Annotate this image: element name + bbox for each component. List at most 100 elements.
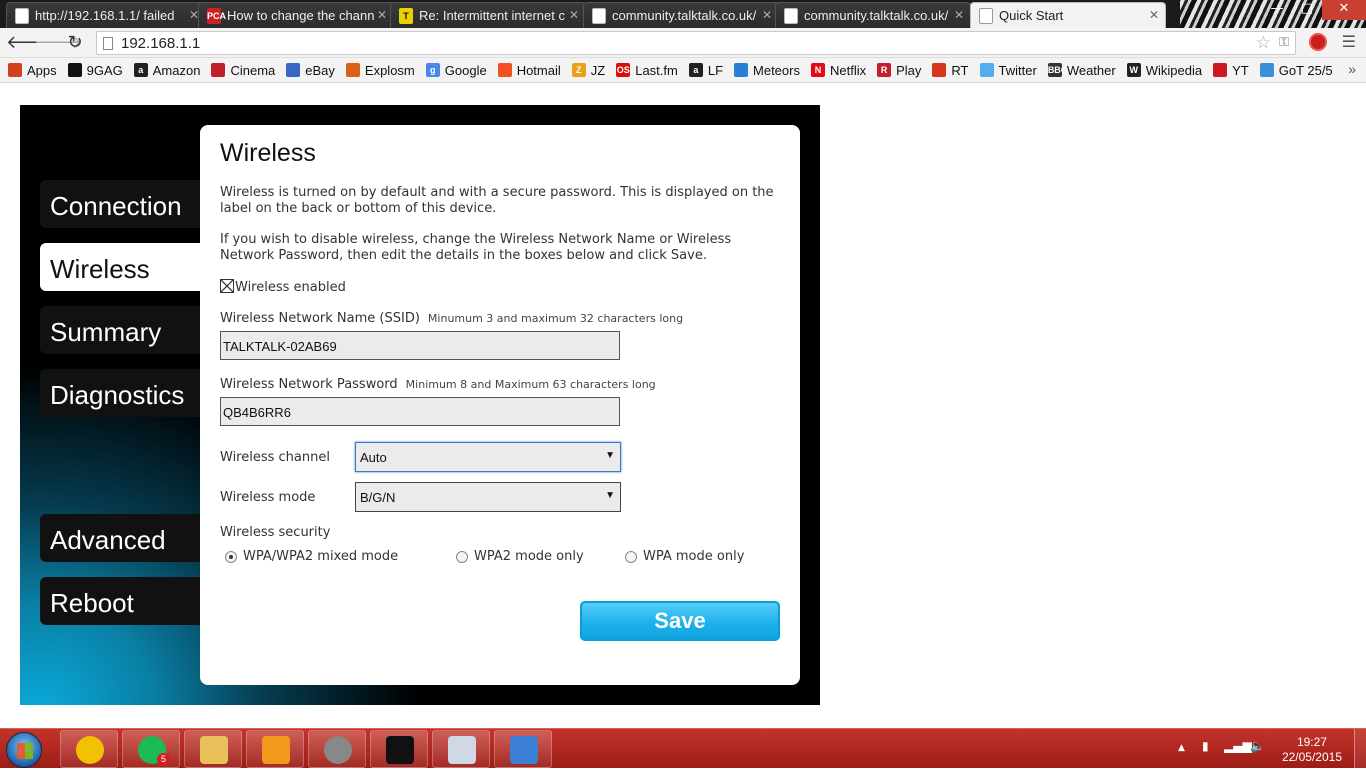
battery-icon[interactable]: ▮ (1202, 739, 1209, 753)
taskbar-explorer[interactable] (184, 730, 242, 768)
intro-paragraph-1: Wireless is turned on by default and wit… (220, 185, 774, 216)
close-window-button[interactable]: ✕ (1322, 0, 1366, 20)
bookmark-lf[interactable]: a LF (688, 63, 723, 78)
mode-label: Wireless mode (220, 490, 316, 505)
security-option-wpa2-only[interactable]: WPA2 mode only (456, 549, 584, 564)
bookmark-rt[interactable]: RT (932, 63, 969, 78)
tab-title: community.talktalk.co.uk/ (612, 8, 757, 23)
bookmark-meteors[interactable]: Meteors (734, 63, 800, 78)
network-signal-icon[interactable]: ▂▄▆ (1224, 739, 1252, 753)
ebay-icon (286, 63, 301, 77)
tab-router-failed[interactable]: http://192.168.1.1/ failed ✕ (6, 2, 206, 28)
bookmark-9gag[interactable]: 9GAG (67, 62, 123, 78)
radio-button[interactable] (625, 550, 637, 563)
start-button[interactable] (6, 732, 42, 768)
wireless-enabled-checkbox[interactable] (220, 279, 234, 293)
volume-icon[interactable]: 🔈 (1250, 739, 1265, 753)
meteors-icon (734, 63, 749, 77)
forward-button[interactable]: 🡒 (34, 32, 82, 54)
lf-icon: a (688, 63, 703, 77)
radio-label: WPA2 mode only (474, 549, 584, 564)
ssid-input[interactable]: TALKTALK-02AB69 (220, 331, 620, 360)
password-input[interactable]: QB4B6RR6 (220, 397, 620, 426)
key-icon[interactable]: ⚿ (1279, 35, 1289, 50)
radio-button[interactable] (225, 550, 237, 563)
bookmark-wikipedia[interactable]: W Wikipedia (1126, 63, 1202, 78)
show-desktop-button[interactable] (1354, 729, 1366, 769)
bookmark-netflix[interactable]: N Netflix (810, 63, 866, 78)
radio-button[interactable] (456, 550, 468, 563)
extension-icon[interactable] (1309, 33, 1327, 51)
mode-select[interactable]: B/G/N ▼ (355, 482, 621, 512)
tab-quick-start[interactable]: Quick Start ✕ (970, 2, 1166, 28)
bookmark-yt[interactable]: YT (1213, 63, 1249, 78)
more-bookmarks-chevron-icon[interactable]: » (1348, 61, 1356, 77)
taskbar-command-prompt[interactable] (370, 730, 428, 768)
tab-talktalk-forum[interactable]: T Re: Intermittent internet c ✕ (390, 2, 586, 28)
reload-button[interactable]: ↻ (64, 32, 86, 54)
bookmark-label: Apps (27, 62, 57, 78)
bookmark-play[interactable]: R Play (877, 63, 921, 78)
rt-icon (932, 63, 947, 77)
bookmark-star-icon[interactable]: ☆ (1256, 33, 1271, 53)
taskbar-settings-gear[interactable] (308, 730, 366, 768)
bookmark-ebay[interactable]: eBay (286, 63, 335, 78)
bookmark-weather[interactable]: BBC Weather (1047, 62, 1116, 78)
tab-community-1[interactable]: community.talktalk.co.uk/ ✕ (583, 2, 779, 28)
router-quick-start-page: Connection Wireless Summary Diagnostics … (20, 105, 820, 705)
tab-community-2[interactable]: community.talktalk.co.uk/ ✕ (775, 2, 971, 28)
back-button[interactable]: 🡐 (6, 32, 54, 54)
bookmark-cinema[interactable]: Cinema (211, 63, 275, 78)
wireless-enabled-label: Wireless enabled (235, 280, 346, 295)
page-icon (979, 8, 993, 24)
tab-title: community.talktalk.co.uk/ (804, 8, 949, 23)
bookmark-amazon[interactable]: a Amazon (133, 63, 200, 78)
bookmark-last-fm[interactable]: OS Last.fm (616, 63, 678, 78)
show-hidden-icons-arrow-icon[interactable]: ▲ (1178, 743, 1185, 753)
bookmark-google[interactable]: g Google (425, 63, 487, 78)
tab-title: http://192.168.1.1/ failed (35, 8, 175, 23)
bookmark-jz[interactable]: Z JZ (571, 63, 605, 78)
settings-gear-icon (324, 736, 352, 764)
tab-pca[interactable]: PCA How to change the chann ✕ (198, 2, 394, 28)
bookmark-label: Weather (1066, 62, 1116, 78)
minimize-button[interactable]: — (1262, 0, 1292, 20)
taskbar-chrome[interactable] (60, 730, 118, 768)
paint-icon (448, 736, 476, 764)
channel-select[interactable]: Auto ▼ (355, 442, 621, 472)
chrome-menu-icon[interactable]: ☰ (1342, 33, 1356, 51)
taskbar-media-player[interactable] (246, 730, 304, 768)
bookmark-hotmail[interactable]: Hotmail (497, 62, 561, 78)
page-icon (784, 8, 798, 24)
taskbar-spotify[interactable]: 5 (122, 730, 180, 768)
close-tab-icon[interactable]: ✕ (569, 8, 579, 22)
bookmarks-bar: Apps 9GAG a Amazon Cinema eBay Explosm g Google H… (0, 58, 1366, 83)
apps-grid-icon (8, 63, 22, 77)
password-hint: Minimum 8 and Maximum 63 characters long (405, 378, 656, 391)
bookmark-label: Last.fm (635, 62, 678, 78)
address-bar[interactable]: 192.168.1.1 ☆ ⚿ (96, 31, 1296, 55)
security-option-wpa-only[interactable]: WPA mode only (625, 549, 744, 564)
bookmark-label: GoT 25/5 (1278, 62, 1333, 78)
close-tab-icon[interactable]: ✕ (377, 8, 387, 22)
close-tab-icon[interactable]: ✕ (1149, 8, 1159, 22)
security-option-wpa-wpa2[interactable]: WPA/WPA2 mixed mode (225, 549, 398, 564)
taskbar-cube-app[interactable] (494, 730, 552, 768)
system-clock[interactable]: 19:27 22/05/2015 (1282, 735, 1342, 765)
explorer-icon (200, 736, 228, 764)
bookmark-got-25-5[interactable]: GoT 25/5 (1259, 62, 1333, 78)
9gag-icon (67, 63, 82, 77)
taskbar-paint[interactable] (432, 730, 490, 768)
close-tab-icon[interactable]: ✕ (954, 8, 964, 22)
bookmark-twitter[interactable]: Twitter (979, 63, 1037, 78)
dropdown-arrow-icon: ▼ (605, 490, 615, 501)
bookmark-explosm[interactable]: Explosm (345, 63, 415, 78)
radio-label: WPA mode only (643, 549, 745, 564)
close-tab-icon[interactable]: ✕ (762, 8, 772, 22)
bookmark-label: Hotmail (516, 62, 561, 78)
bookmark-apps[interactable]: Apps (8, 63, 57, 78)
save-button[interactable]: Save (580, 601, 780, 641)
bookmark-label: 9GAG (86, 62, 123, 78)
maximize-button[interactable]: □ (1292, 0, 1322, 20)
page-icon (592, 8, 606, 24)
